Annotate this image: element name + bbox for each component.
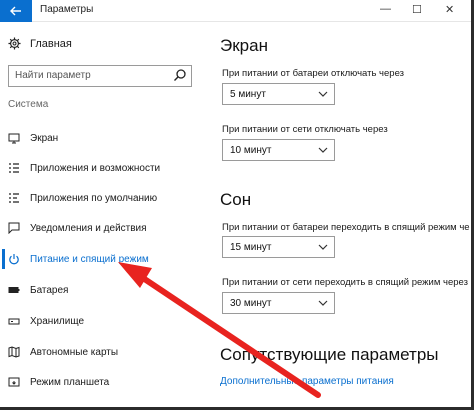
default-apps-icon [8,192,20,204]
minimize-button[interactable]: — [380,3,391,15]
screen-battery-label: При питании от батареи отключать через [222,68,404,79]
dropdown-value: 30 минут [230,298,272,309]
sleep-ac-label: При питании от сети переходить в спящий … [222,277,468,288]
active-indicator [2,249,5,269]
section-heading-sleep: Сон [220,190,252,209]
battery-icon [8,284,20,296]
title-bar: Параметры — ☐ ✕ [0,0,471,22]
sidebar: Главная Система Экран Приложения и возмо… [0,22,200,407]
sidebar-item-power-sleep[interactable]: Питание и спящий режим [8,251,198,267]
tablet-icon [8,376,20,388]
sidebar-item-label: Приложения и возможности [30,162,161,174]
window-title: Параметры [40,4,94,15]
chevron-down-icon [318,244,328,250]
dropdown-value: 5 минут [230,89,266,100]
dropdown-value: 15 минут [230,242,272,253]
sidebar-item-label: Батарея [30,284,69,296]
sidebar-item-storage[interactable]: Хранилище [8,313,198,329]
chevron-down-icon [318,300,328,306]
sidebar-item-label: Питание и спящий режим [30,253,149,265]
storage-icon [8,315,20,327]
sleep-ac-dropdown[interactable]: 30 минут [222,292,335,314]
monitor-icon [8,132,20,144]
search-box[interactable] [8,65,192,87]
sleep-battery-label: При питании от батареи переходить в спящ… [222,222,470,233]
maximize-button[interactable]: ☐ [412,3,422,16]
sidebar-item-label: Режим планшета [30,376,110,388]
sidebar-item-offline-maps[interactable]: Автономные карты [8,344,198,360]
gear-icon [8,37,21,50]
screen-battery-dropdown[interactable]: 5 минут [222,83,335,105]
sidebar-item-label: Приложения по умолчанию [30,192,158,204]
chevron-down-icon [318,147,328,153]
sidebar-item-battery[interactable]: Батарея [8,282,198,298]
chevron-down-icon [318,91,328,97]
power-icon [8,253,20,265]
main-content: Экран При питании от батареи отключать ч… [220,22,470,407]
section-heading-related: Сопутствующие параметры [220,345,439,364]
section-heading-screen: Экран [220,36,268,55]
sidebar-item-notifications[interactable]: Уведомления и действия [8,220,198,236]
sidebar-item-default-apps[interactable]: Приложения по умолчанию [8,190,198,206]
sleep-battery-dropdown[interactable]: 15 минут [222,236,335,258]
sidebar-item-label: Хранилище [30,315,84,327]
search-icon[interactable] [173,68,187,82]
settings-window: Параметры — ☐ ✕ Главная Система Эк [0,0,474,410]
home-label: Главная [30,37,72,50]
sidebar-item-label: Уведомления и действия [30,222,147,234]
section-label-system: Система [8,99,49,110]
additional-power-settings-link[interactable]: Дополнительные параметры питания [220,376,394,387]
apps-list-icon [8,162,20,174]
search-input[interactable] [15,70,165,81]
close-button[interactable]: ✕ [445,3,454,16]
sidebar-item-tablet-mode[interactable]: Режим планшета [8,374,198,390]
home-link[interactable]: Главная [8,37,72,50]
dropdown-value: 10 минут [230,145,272,156]
sidebar-item-label: Автономные карты [30,346,119,358]
sidebar-item-label: Экран [30,132,59,144]
screen-ac-dropdown[interactable]: 10 минут [222,139,335,161]
notification-icon [8,222,20,234]
sidebar-item-display[interactable]: Экран [8,130,198,146]
back-button[interactable] [0,0,32,22]
screen-ac-label: При питании от сети отключать через [222,124,388,135]
arrow-left-icon [10,6,21,16]
map-icon [8,346,20,358]
sidebar-item-apps-features[interactable]: Приложения и возможности [8,160,198,176]
